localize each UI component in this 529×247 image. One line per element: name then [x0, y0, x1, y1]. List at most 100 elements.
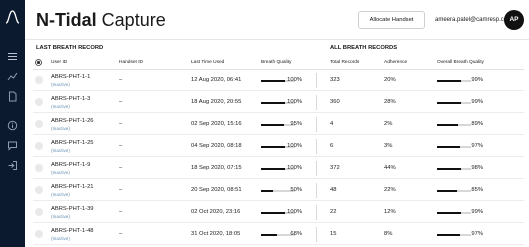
handset-id-cell: – — [119, 165, 123, 171]
column-divider — [316, 161, 317, 176]
status-badge: (Inactive) — [51, 148, 70, 153]
row-select-icon[interactable] — [35, 142, 43, 150]
app-title-rest: Capture — [96, 10, 166, 30]
total-records-cell: 372 — [330, 165, 340, 171]
chart-icon[interactable] — [7, 71, 18, 82]
breath-quality-bar-fill — [261, 190, 273, 192]
logout-icon[interactable] — [7, 160, 18, 171]
total-records-cell: 6 — [330, 143, 334, 149]
column-divider — [316, 139, 317, 154]
row-select-icon[interactable] — [35, 120, 43, 128]
total-records-cell: 15 — [330, 231, 337, 237]
breath-quality-bar-fill — [261, 124, 284, 126]
user-id-cell[interactable]: ABRS-PHT-1-21 — [51, 184, 94, 190]
table-row[interactable]: ABRS-PHT-1-48 (Inactive) – 31 Oct 2020, 18:… — [33, 224, 524, 245]
all-breath-section-title: ALL BREATH RECORDS — [330, 45, 398, 51]
user-id-cell[interactable]: ABRS-PHT-1-25 — [51, 140, 94, 146]
row-select-icon[interactable] — [35, 98, 43, 106]
overall-quality-value: 85% — [471, 187, 483, 193]
user-id-cell[interactable]: ABRS-PHT-1-26 — [51, 118, 94, 124]
total-records-cell: 323 — [330, 77, 340, 83]
last-time-used-cell: 02 Sep 2020, 15:16 — [191, 121, 242, 127]
column-header-total-records[interactable]: Total Records — [330, 60, 359, 65]
allocate-handset-button[interactable]: Allocate Handset — [358, 11, 425, 29]
adherence-cell: 22% — [384, 187, 396, 193]
overall-quality-bar-fill — [437, 80, 461, 82]
table-row[interactable]: ABRS-PHT-1-3 (Inactive) – 18 Aug 2020, 20:5… — [33, 92, 524, 113]
total-records-cell: 360 — [330, 99, 340, 105]
last-time-used-cell: 04 Sep 2020, 08:18 — [191, 143, 242, 149]
last-time-used-cell: 18 Sep 2020, 07:15 — [191, 165, 242, 171]
column-divider — [316, 205, 317, 220]
document-icon[interactable] — [7, 91, 18, 102]
row-select-icon[interactable] — [35, 186, 43, 194]
breath-quality-bar-fill — [261, 146, 285, 148]
breath-quality-bar-fill — [261, 212, 285, 214]
user-id-cell[interactable]: ABRS-PHT-1-39 — [51, 206, 94, 212]
status-badge: (Inactive) — [51, 214, 70, 219]
adherence-cell: 8% — [384, 231, 393, 237]
user-id-cell[interactable]: ABRS-PHT-1-9 — [51, 162, 90, 168]
adherence-cell: 3% — [384, 143, 393, 149]
overall-quality-bar-fill — [437, 146, 461, 148]
column-divider — [316, 183, 317, 198]
handset-id-cell: – — [119, 143, 123, 149]
table-row[interactable]: ABRS-PHT-1-9 (Inactive) – 18 Sep 2020, 07:1… — [33, 158, 524, 179]
adherence-cell: 28% — [384, 99, 396, 105]
user-id-cell[interactable]: ABRS-PHT-1-48 — [51, 228, 94, 234]
handset-id-cell: – — [119, 231, 123, 237]
last-time-used-cell: 20 Sep 2020, 08:51 — [191, 187, 242, 193]
handset-id-cell: – — [119, 99, 123, 105]
user-email: ameera.patel@camresp.com — [435, 17, 513, 23]
column-divider — [316, 73, 317, 88]
overall-quality-bar-fill — [437, 102, 461, 104]
chat-icon[interactable] — [7, 140, 18, 151]
breath-quality-value: 100% — [287, 143, 302, 149]
table-row[interactable]: ABRS-PHT-1-21 (Inactive) – 20 Sep 2020, 08:… — [33, 180, 524, 201]
column-header-handset-id[interactable]: Handset ID — [119, 60, 143, 65]
breath-quality-bar-fill — [261, 80, 285, 82]
select-all-icon[interactable] — [35, 59, 42, 66]
row-select-icon[interactable] — [35, 76, 43, 84]
overall-quality-value: 98% — [471, 165, 483, 171]
row-select-icon[interactable] — [35, 230, 43, 238]
overall-quality-bar-fill — [437, 168, 461, 170]
status-badge: (Inactive) — [51, 82, 70, 87]
overall-quality-value: 99% — [471, 99, 483, 105]
table-row[interactable]: ABRS-PHT-1-25 (Inactive) – 04 Sep 2020, 08:… — [33, 136, 524, 157]
app-title-bold: N-Tidal — [36, 10, 97, 30]
column-divider — [316, 227, 317, 242]
status-badge: (Inactive) — [51, 236, 70, 241]
info-icon[interactable] — [7, 120, 18, 131]
breath-quality-bar-fill — [261, 102, 285, 104]
total-records-cell: 4 — [330, 121, 334, 127]
column-header-adherence[interactable]: Adherence — [384, 60, 407, 65]
overall-quality-bar-fill — [437, 190, 458, 192]
last-time-used-cell: 02 Oct 2020, 23:16 — [191, 209, 241, 215]
row-select-icon[interactable] — [35, 164, 43, 172]
row-select-icon[interactable] — [35, 208, 43, 216]
overall-quality-bar-fill — [437, 212, 461, 214]
handset-id-cell: – — [119, 209, 123, 215]
status-badge: (Inactive) — [51, 104, 70, 109]
user-id-cell[interactable]: ABRS-PHT-1-3 — [51, 96, 90, 102]
column-header-overall-quality[interactable]: Overall Breath Quality — [437, 60, 484, 65]
overall-quality-value: 97% — [471, 231, 483, 237]
app-title: N-Tidal Capture — [36, 9, 166, 31]
status-badge: (Inactive) — [51, 170, 70, 175]
table-row[interactable]: ABRS-PHT-1-1 (Inactive) – 12 Aug 2020, 06:4… — [33, 70, 524, 91]
breath-quality-value: 100% — [287, 209, 302, 215]
handset-id-cell: – — [119, 77, 123, 83]
column-header-breath-quality[interactable]: Breath Quality — [261, 60, 291, 65]
adherence-cell: 2% — [384, 121, 393, 127]
column-header-last-time-used[interactable]: Last Time Used — [191, 60, 224, 65]
table-row[interactable]: ABRS-PHT-1-26 (Inactive) – 02 Sep 2020, 15:… — [33, 114, 524, 135]
column-header-user-id[interactable]: User ID — [51, 60, 67, 65]
handset-id-cell: – — [119, 187, 123, 193]
overall-quality-value: 89% — [471, 121, 483, 127]
breath-quality-value: 100% — [287, 77, 302, 83]
menu-icon[interactable] — [7, 51, 18, 62]
table-row[interactable]: ABRS-PHT-1-39 (Inactive) – 02 Oct 2020, 23:… — [33, 202, 524, 223]
user-id-cell[interactable]: ABRS-PHT-1-1 — [51, 74, 90, 80]
avatar[interactable]: AP — [504, 10, 524, 30]
